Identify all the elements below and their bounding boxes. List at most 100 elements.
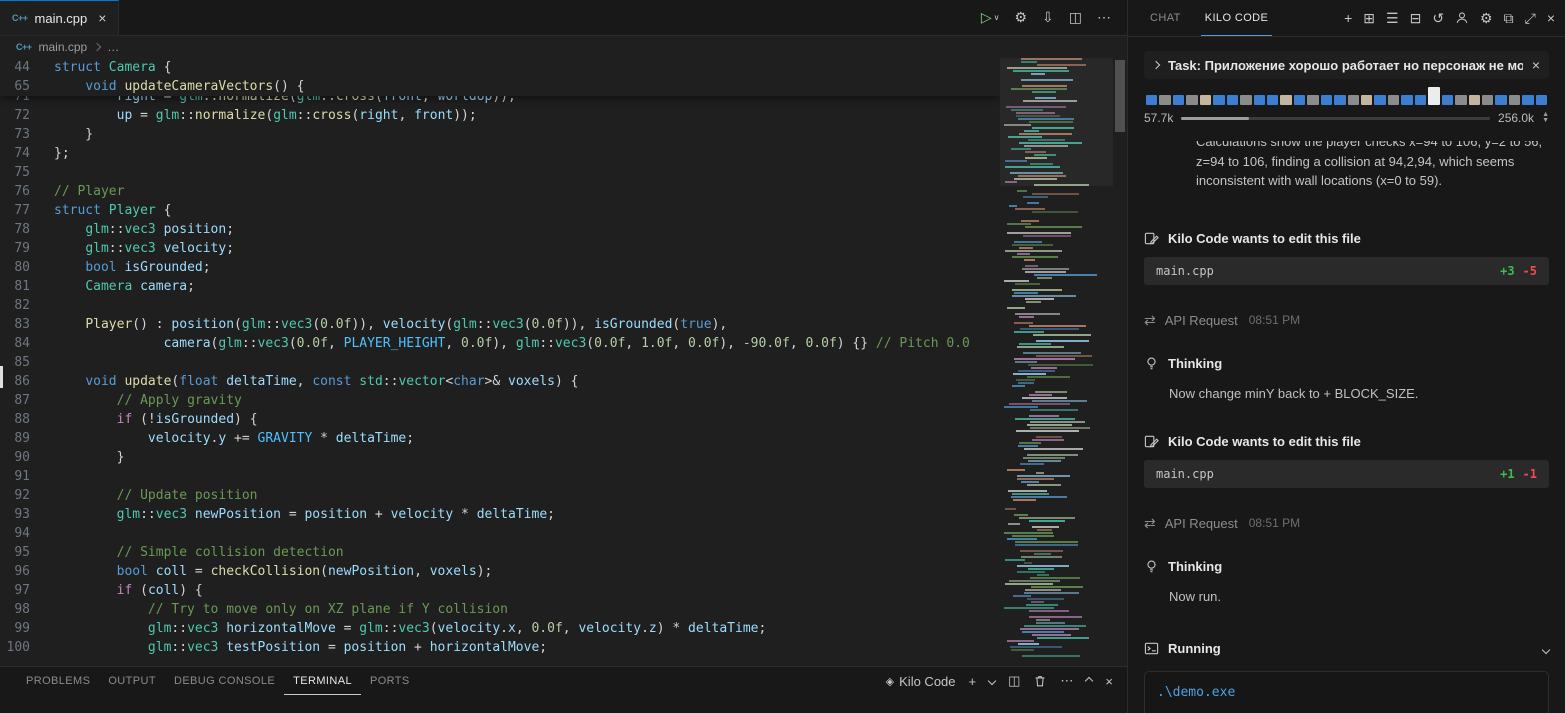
maximize-panel-icon[interactable] — [1085, 676, 1094, 686]
code-line[interactable]: 94 — [0, 524, 1000, 543]
code-line[interactable]: 82 — [0, 296, 1000, 315]
board-icon[interactable]: ⊞ — [1363, 10, 1375, 27]
list-icon[interactable]: ☰ — [1386, 10, 1399, 27]
code-line[interactable]: 84 camera(glm::vec3(0.0f, PLAYER_HEIGHT,… — [0, 334, 1000, 353]
line-number[interactable]: 98 — [0, 600, 54, 619]
code-line[interactable]: 100 glm::vec3 testPosition = position + … — [0, 638, 1000, 657]
line-number[interactable]: 93 — [0, 505, 54, 524]
kill-terminal-icon[interactable] — [1033, 674, 1047, 688]
more-actions-icon[interactable]: ⋯ — [1097, 9, 1111, 26]
task-close-icon[interactable]: × — [1532, 57, 1540, 73]
code-line[interactable]: 98 // Try to move only on XZ plane if Y … — [0, 600, 1000, 619]
line-number[interactable]: 100 — [0, 638, 54, 657]
step-down-icon[interactable]: ▼ — [1542, 117, 1549, 124]
line-number[interactable]: 83 — [0, 315, 54, 334]
run-dropdown-icon[interactable]: ∨ — [994, 13, 1000, 22]
tab-main-cpp[interactable]: C++ main.cpp × — [0, 0, 120, 35]
line-number[interactable]: 84 — [0, 334, 54, 353]
line-number[interactable]: 78 — [0, 220, 54, 239]
code-line[interactable]: 73 } — [0, 125, 1000, 144]
account-icon[interactable] — [1455, 11, 1469, 25]
line-number[interactable]: 86 — [0, 372, 54, 391]
editor-scrollbar[interactable] — [1113, 58, 1127, 666]
open-external-icon[interactable]: ⧉ — [1504, 10, 1514, 27]
close-panel-icon[interactable]: × — [1547, 10, 1555, 26]
line-number[interactable]: 82 — [0, 296, 54, 315]
edited-file-row[interactable]: main.cpp +1 -1 — [1144, 460, 1549, 488]
new-terminal-icon[interactable]: + — [969, 674, 977, 689]
code-line[interactable]: 93 glm::vec3 newPosition = position + ve… — [0, 505, 1000, 524]
code-line[interactable]: 83 Player() : position(glm::vec3(0.0f)),… — [0, 315, 1000, 334]
line-number[interactable]: 90 — [0, 448, 54, 467]
new-task-icon[interactable]: + — [1344, 10, 1352, 26]
tab-ports[interactable]: PORTS — [361, 667, 419, 695]
breadcrumb-file[interactable]: main.cpp — [39, 40, 88, 54]
minimap[interactable] — [1000, 58, 1113, 666]
tab-terminal[interactable]: TERMINAL — [284, 667, 361, 695]
code-line[interactable]: 87 // Apply gravity — [0, 391, 1000, 410]
breadcrumb[interactable]: C++ main.cpp … — [0, 36, 1127, 58]
code-line[interactable]: 44 struct Camera { — [0, 58, 1000, 77]
tab-kilo-code[interactable]: KILO CODE — [1200, 0, 1273, 36]
line-number[interactable]: 65 — [0, 77, 54, 96]
code-editor[interactable]: 71 right = glm::normalize(glm::cross(fro… — [0, 58, 1000, 666]
code-line[interactable]: 74}; — [0, 144, 1000, 163]
run-button[interactable]: ▷ ∨ — [981, 9, 1000, 26]
line-number[interactable]: 96 — [0, 562, 54, 581]
code-line[interactable]: 95 // Simple collision detection — [0, 543, 1000, 562]
history-icon[interactable]: ↺ — [1432, 10, 1444, 27]
code-line[interactable]: 99 glm::vec3 horizontalMove = glm::vec3(… — [0, 619, 1000, 638]
code-line[interactable]: 79 glm::vec3 velocity; — [0, 239, 1000, 258]
line-number[interactable]: 99 — [0, 619, 54, 638]
tab-chat[interactable]: CHAT — [1146, 0, 1185, 36]
line-number[interactable]: 85 — [0, 353, 54, 372]
line-number[interactable]: 72 — [0, 106, 54, 125]
line-number[interactable]: 80 — [0, 258, 54, 277]
settings-gear-icon[interactable]: ⚙ — [1480, 10, 1493, 27]
code-line[interactable]: 81 Camera camera; — [0, 277, 1000, 296]
code-line[interactable]: 85 — [0, 353, 1000, 372]
edited-file-row[interactable]: main.cpp +3 -5 — [1144, 257, 1549, 285]
line-number[interactable]: 44 — [0, 58, 54, 77]
close-panel-icon[interactable]: × — [1105, 674, 1113, 689]
tab-debug-console[interactable]: DEBUG CONSOLE — [165, 667, 284, 695]
line-number[interactable]: 77 — [0, 201, 54, 220]
code-line[interactable]: 92 // Update position — [0, 486, 1000, 505]
code-line[interactable]: 75 — [0, 163, 1000, 182]
code-line[interactable]: 89 velocity.y += GRAVITY * deltaTime; — [0, 429, 1000, 448]
terminal-more-icon[interactable]: ⋯ — [1060, 673, 1073, 689]
line-number[interactable]: 73 — [0, 125, 54, 144]
code-line[interactable]: 88 if (!isGrounded) { — [0, 410, 1000, 429]
install-download-icon[interactable]: ⇩ — [1042, 9, 1054, 26]
line-number[interactable]: 92 — [0, 486, 54, 505]
line-number[interactable]: 88 — [0, 410, 54, 429]
tab-problems[interactable]: PROBLEMS — [17, 667, 99, 695]
line-number[interactable]: 95 — [0, 543, 54, 562]
expand-icon[interactable]: ⤢ — [1525, 10, 1536, 27]
code-lines[interactable]: 71 right = glm::normalize(glm::cross(fro… — [0, 87, 1000, 657]
code-line[interactable]: 86 void update(float deltaTime, const st… — [0, 372, 1000, 391]
code-line[interactable]: 65 void updateCameraVectors() { — [0, 77, 1000, 96]
code-line[interactable]: 90 } — [0, 448, 1000, 467]
split-terminal-icon[interactable]: ◫ — [1008, 673, 1020, 689]
code-line[interactable]: 96 bool coll = checkCollision(newPositio… — [0, 562, 1000, 581]
task-header[interactable]: Task: Приложение хорошо работает но перс… — [1144, 51, 1549, 79]
code-line[interactable]: 80 bool isGrounded; — [0, 258, 1000, 277]
sticky-scroll[interactable]: 44 struct Camera {65 void updateCameraVec… — [0, 58, 1000, 96]
tab-close-icon[interactable]: × — [98, 10, 106, 26]
running-header[interactable]: Running — [1144, 639, 1551, 657]
terminal-dropdown-icon[interactable] — [987, 676, 997, 686]
line-number[interactable]: 76 — [0, 182, 54, 201]
collapse-chevron-icon[interactable] — [1541, 641, 1551, 656]
line-number[interactable]: 87 — [0, 391, 54, 410]
chevron-right-icon[interactable] — [1151, 60, 1161, 70]
code-line[interactable]: 76// Player — [0, 182, 1000, 201]
tab-output[interactable]: OUTPUT — [99, 667, 165, 695]
line-number[interactable]: 74 — [0, 144, 54, 163]
context-stepper[interactable]: ▲ ▼ — [1542, 111, 1549, 124]
settings-gear-icon[interactable]: ⚙ — [1014, 9, 1027, 26]
line-number[interactable]: 89 — [0, 429, 54, 448]
code-line[interactable]: 72 up = glm::normalize(glm::cross(right,… — [0, 106, 1000, 125]
split-editor-icon[interactable]: ◫ — [1069, 9, 1082, 26]
line-number[interactable]: 79 — [0, 239, 54, 258]
